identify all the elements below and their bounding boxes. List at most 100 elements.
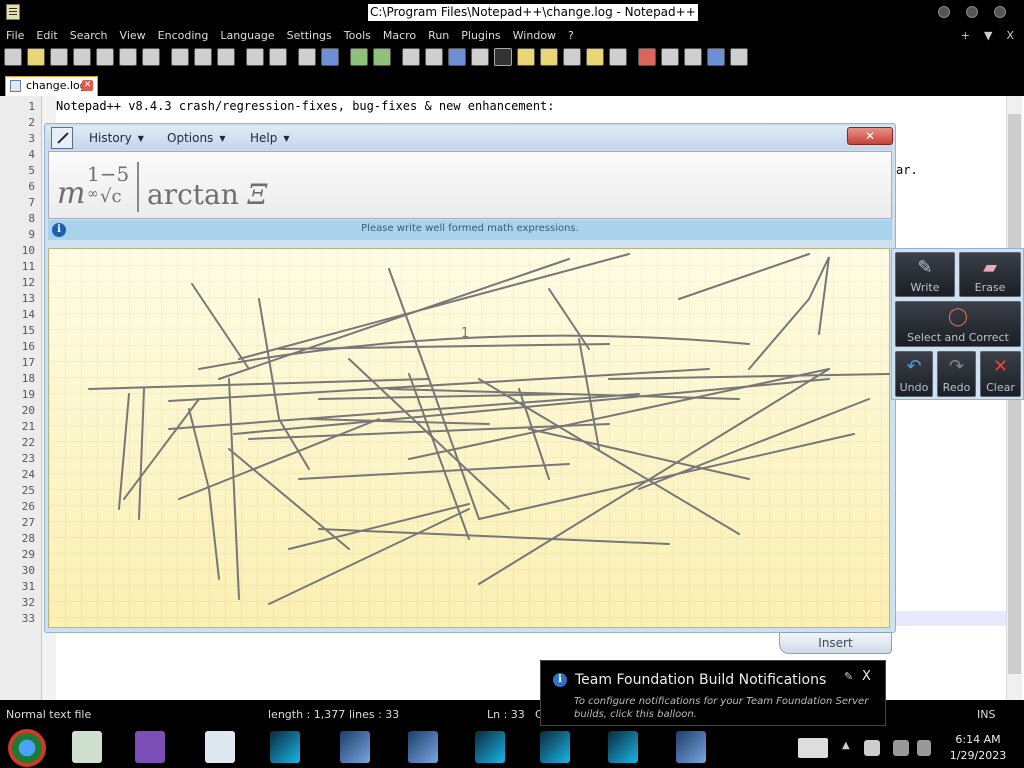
doc-map-icon[interactable]: [540, 48, 558, 66]
menu-view[interactable]: View: [114, 27, 152, 44]
write-button[interactable]: ✎ Write: [895, 252, 955, 297]
open-file-icon[interactable]: [27, 48, 45, 66]
close-icon[interactable]: [96, 48, 114, 66]
menu-help[interactable]: Help ▼: [250, 131, 290, 145]
minimize-button[interactable]: [938, 6, 950, 18]
save-all-icon[interactable]: [73, 48, 91, 66]
close-button[interactable]: [994, 6, 1006, 18]
info-message: Please write well formed math expression…: [361, 223, 579, 234]
paste-icon[interactable]: [217, 48, 235, 66]
tab-list-button[interactable]: ▼: [984, 27, 992, 44]
keyboard-icon[interactable]: [798, 738, 828, 758]
menu-help[interactable]: ?: [562, 27, 580, 44]
new-file-icon[interactable]: [4, 48, 22, 66]
menu-encoding[interactable]: Encoding: [152, 27, 215, 44]
menu-search[interactable]: Search: [64, 27, 114, 44]
folder-workspace-icon[interactable]: [586, 48, 604, 66]
run-macro-multiple-icon[interactable]: [707, 48, 725, 66]
copy-icon[interactable]: [194, 48, 212, 66]
stop-record-icon[interactable]: [661, 48, 679, 66]
clock[interactable]: 6:14 AM 1/29/2023: [944, 732, 1012, 764]
maximize-button[interactable]: [966, 6, 978, 18]
tab-close-icon[interactable]: ✕: [82, 80, 93, 91]
function-list-icon[interactable]: [563, 48, 581, 66]
show-all-chars-icon[interactable]: [471, 48, 489, 66]
diamond-app-icon[interactable]: [340, 731, 370, 763]
new-tab-button[interactable]: +: [961, 27, 970, 44]
menu-plugins[interactable]: Plugins: [455, 27, 506, 44]
pin-icon[interactable]: ✎: [844, 670, 853, 683]
record-macro-icon[interactable]: [638, 48, 656, 66]
playback-icon[interactable]: [684, 48, 702, 66]
title-bar: C:\Program Files\Notepad++\change.log - …: [0, 0, 1024, 26]
select-and-correct-button[interactable]: ◯ Select and Correct: [895, 301, 1021, 347]
volume-icon[interactable]: [917, 740, 931, 756]
diamond-app-icon[interactable]: [408, 731, 438, 763]
undo-button[interactable]: ↶ Undo: [895, 351, 933, 397]
redo-icon[interactable]: [269, 48, 287, 66]
menu-run[interactable]: Run: [422, 27, 455, 44]
indent-guide-icon[interactable]: [494, 48, 512, 66]
save-macro-icon[interactable]: [730, 48, 748, 66]
ink-strokes: 1: [88, 253, 890, 605]
math-panel-close-button[interactable]: ✕: [847, 127, 893, 145]
clear-x-icon: ✕: [992, 356, 1009, 377]
status-lines: lines : 33: [349, 708, 400, 721]
writing-area[interactable]: 1: [48, 248, 890, 628]
menu-options[interactable]: Options ▼: [167, 131, 225, 145]
close-all-icon[interactable]: [119, 48, 137, 66]
menu-edit[interactable]: Edit: [30, 27, 63, 44]
balloon-close-button[interactable]: X: [862, 669, 871, 684]
print-icon[interactable]: [142, 48, 160, 66]
taskbar-app-3-icon[interactable]: [205, 731, 235, 763]
tab-label: change.log: [26, 79, 87, 92]
tray-expand-icon[interactable]: ▲: [842, 740, 850, 751]
word-wrap-icon[interactable]: [448, 48, 466, 66]
insert-button[interactable]: Insert: [779, 632, 892, 654]
cut-icon[interactable]: [171, 48, 189, 66]
eraser-icon: ▰: [983, 257, 997, 278]
lightning-app-icon[interactable]: [608, 731, 638, 763]
network-icon[interactable]: [893, 740, 909, 756]
menu-language[interactable]: Language: [214, 27, 280, 44]
find-icon[interactable]: [298, 48, 316, 66]
lightning-app-icon[interactable]: [270, 731, 300, 763]
lightning-app-icon[interactable]: [540, 731, 570, 763]
tab-bar: change.log ✕: [0, 70, 1024, 96]
menu-macro[interactable]: Macro: [377, 27, 422, 44]
undo-icon[interactable]: [246, 48, 264, 66]
replace-icon[interactable]: [321, 48, 339, 66]
redo-button[interactable]: ↷ Redo: [937, 351, 976, 397]
ink-stroke: [548, 288, 590, 350]
notification-balloon[interactable]: i Team Foundation Build Notifications ✎ …: [540, 660, 886, 726]
clear-button[interactable]: ✕ Clear: [980, 351, 1021, 397]
window-title: C:\Program Files\Notepad++\change.log - …: [368, 4, 698, 21]
start-button[interactable]: [8, 729, 46, 767]
line-number: 31: [21, 580, 35, 593]
menu-file[interactable]: File: [0, 27, 30, 44]
formula-xi: Ξ: [247, 178, 268, 211]
udl-icon[interactable]: [517, 48, 535, 66]
close-tab-button[interactable]: X: [1006, 27, 1014, 44]
formula-rest: arctan Ξ: [147, 178, 267, 211]
save-icon[interactable]: [50, 48, 68, 66]
erase-button[interactable]: ▰ Erase: [959, 252, 1021, 297]
zoom-in-icon[interactable]: [350, 48, 368, 66]
sync-vertical-icon[interactable]: [402, 48, 420, 66]
taskbar-app-1-icon[interactable]: [72, 731, 102, 763]
lightning-app-icon[interactable]: [475, 731, 505, 763]
visual-studio-icon[interactable]: [135, 731, 165, 763]
build-tray-icon[interactable]: [864, 740, 880, 756]
menu-settings[interactable]: Settings: [281, 27, 338, 44]
line-number: 22: [21, 436, 35, 449]
zoom-out-icon[interactable]: [373, 48, 391, 66]
sync-horizontal-icon[interactable]: [425, 48, 443, 66]
tab-change-log[interactable]: change.log ✕: [5, 76, 98, 96]
monitoring-icon[interactable]: [609, 48, 627, 66]
editor-line-5-fragment: ar.: [896, 163, 918, 177]
menu-tools[interactable]: Tools: [338, 27, 377, 44]
menu-history[interactable]: History ▼: [89, 131, 144, 145]
diamond-app-icon[interactable]: [676, 731, 706, 763]
menu-window[interactable]: Window: [507, 27, 562, 44]
ink-stroke: [318, 528, 670, 545]
